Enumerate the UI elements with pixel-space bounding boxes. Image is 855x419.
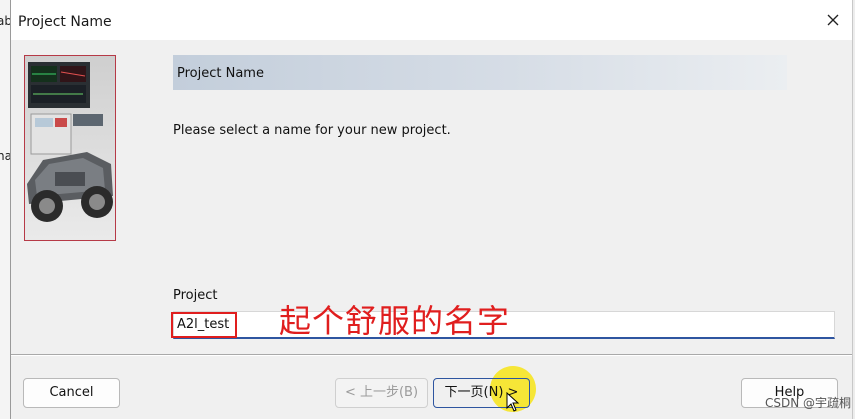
dialog-title: Project Name xyxy=(18,14,112,30)
back-button[interactable]: < 上一步(B) xyxy=(335,378,428,408)
cancel-button[interactable]: Cancel xyxy=(23,378,120,408)
project-name-dialog: Project Name Project Name Please select … xyxy=(10,0,853,419)
close-icon[interactable] xyxy=(824,11,842,29)
mouse-pointer-icon xyxy=(506,392,520,412)
watermark: CSDN @宇疏桐 xyxy=(764,396,851,410)
project-name-value[interactable]: A2l_test xyxy=(171,312,237,338)
background-window-edge: ab ha xyxy=(0,0,12,419)
back-button-label: < 上一步(B) xyxy=(344,385,419,400)
banner-title: Project Name xyxy=(177,66,264,81)
title-bar: Project Name xyxy=(11,0,852,40)
wizard-illustration xyxy=(24,55,116,241)
button-separator xyxy=(11,354,852,356)
project-label: Project xyxy=(173,288,218,303)
header-banner: Project Name xyxy=(173,55,787,90)
cancel-button-label: Cancel xyxy=(49,385,94,400)
instruction-text: Please select a name for your new projec… xyxy=(173,123,451,138)
car-test-bench-image xyxy=(25,56,115,240)
annotation-text: 起个舒服的名字 xyxy=(279,302,511,340)
